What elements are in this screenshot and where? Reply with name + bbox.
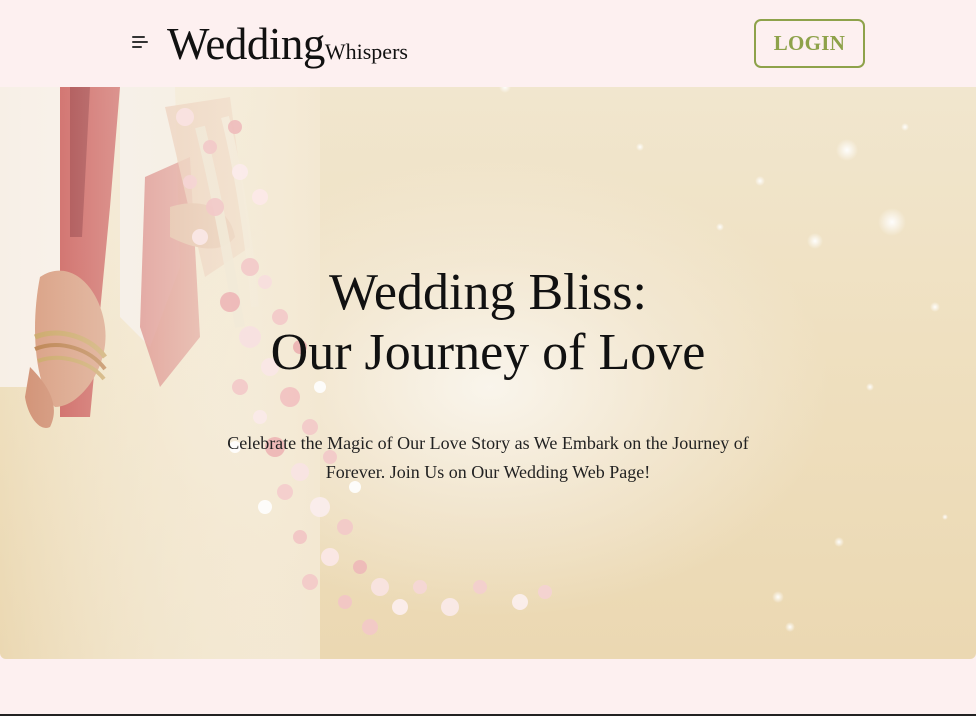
- brand-name-sub: Whispers: [324, 39, 408, 64]
- hero-subtitle-line-2: Forever. Join Us on Our Wedding Web Page…: [325, 462, 651, 482]
- hero-title-line-1: Wedding Bliss:: [329, 264, 647, 321]
- hero-title: Wedding Bliss: Our Journey of Love: [0, 263, 976, 383]
- hero-banner: Wedding Bliss: Our Journey of Love Celeb…: [0, 87, 976, 659]
- hero-subtitle-line-1: Celebrate the Magic of Our Love Story as…: [227, 433, 749, 453]
- login-button[interactable]: LOGIN: [754, 19, 865, 68]
- hamburger-menu-icon[interactable]: [132, 36, 148, 50]
- hero-title-line-2: Our Journey of Love: [270, 324, 706, 381]
- site-logo[interactable]: WeddingWhispers: [167, 18, 408, 70]
- hero-subtitle: Celebrate the Magic of Our Love Story as…: [190, 429, 786, 487]
- site-header: WeddingWhispers LOGIN: [0, 0, 976, 87]
- brand-name-main: Wedding: [167, 19, 325, 69]
